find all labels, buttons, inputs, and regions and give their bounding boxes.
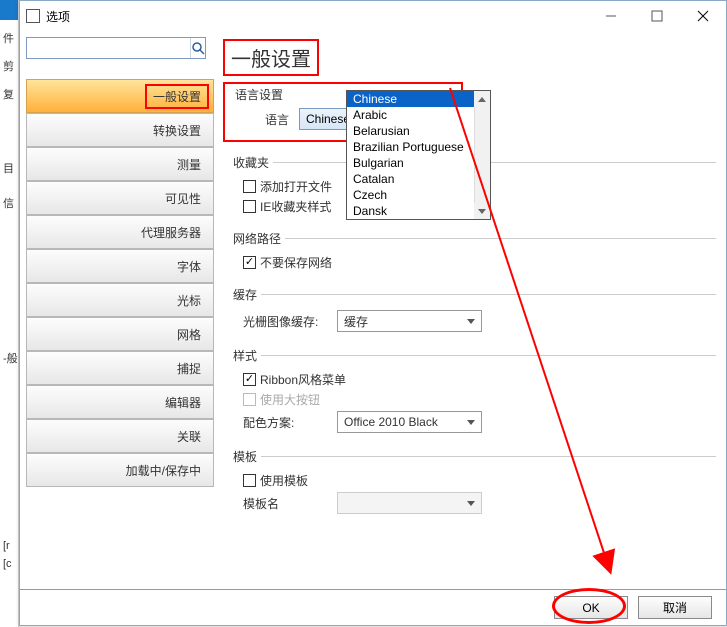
sidebar-item-label: 代理服务器 [141,224,201,241]
options-dialog: 选项 一般设置 转换设置 测量 可见性 代理服务器 字体 光标 网格 [19,0,727,626]
cache-label: 光栅图像缓存: [243,313,333,330]
close-button[interactable] [680,1,726,31]
sidebar: 一般设置 转换设置 测量 可见性 代理服务器 字体 光标 网格 捕捉 编辑器 关… [20,31,215,625]
sidebar-item-label: 字体 [177,258,201,275]
use-template-checkbox[interactable] [243,474,256,487]
truncated-host-window: 件 剪 复 目 信 -般 [r [c [0,0,19,627]
language-label: 语言 [233,111,293,128]
ok-button-label: OK [582,601,599,615]
dropdown-option[interactable]: Dansk [347,203,490,219]
add-open-file-checkbox[interactable] [243,180,256,193]
dropdown-option[interactable]: Arabic [347,107,490,123]
sidebar-item-label: 捕捉 [177,360,201,377]
sidebar-item-label: 加载中/保存中 [126,462,201,479]
maximize-button[interactable] [634,1,680,31]
style-group: 样式 Ribbon风格菜单 使用大按钮 配色方案: Office 2010 Bl… [229,347,716,436]
sidebar-item-label: 测量 [177,156,201,173]
host-text: 信 [3,195,19,211]
search-box[interactable] [26,37,206,59]
dropdown-scrollbar[interactable] [474,91,490,219]
sidebar-item-label: 网格 [177,326,201,343]
group-legend: 缓存 [229,286,261,303]
sidebar-item-snap[interactable]: 捕捉 [26,351,214,385]
sidebar-item-visibility[interactable]: 可见性 [26,181,214,215]
cancel-button[interactable]: 取消 [638,596,712,619]
group-legend: 收藏夹 [229,154,273,171]
cache-select-value: 缓存 [344,313,368,330]
dropdown-option[interactable]: Czech [347,187,490,203]
scroll-down-icon[interactable] [474,203,490,219]
sidebar-item-convert[interactable]: 转换设置 [26,113,214,147]
sidebar-item-cursor[interactable]: 光标 [26,283,214,317]
color-scheme-select[interactable]: Office 2010 Black [337,411,482,433]
sidebar-item-general[interactable]: 一般设置 [26,79,214,113]
page-heading: 一般设置 [231,49,311,71]
color-scheme-value: Office 2010 Black [344,415,438,429]
dropdown-option[interactable]: Bulgarian [347,155,490,171]
sidebar-item-label: 转换设置 [153,122,201,139]
no-save-network-checkbox[interactable] [243,256,256,269]
host-text: [c [3,558,19,570]
cache-group: 缓存 光栅图像缓存: 缓存 [229,286,716,335]
checkbox-label: Ribbon风格菜单 [260,371,346,388]
dropdown-option[interactable]: Chinese [347,91,490,107]
window-title: 选项 [46,8,70,25]
checkbox-label: IE收藏夹样式 [260,198,331,215]
sidebar-item-label: 编辑器 [165,394,201,411]
sidebar-nav: 一般设置 转换设置 测量 可见性 代理服务器 字体 光标 网格 捕捉 编辑器 关… [26,79,215,487]
checkbox-label: 使用模板 [260,472,308,489]
language-select-value: Chinese [306,112,350,126]
sidebar-item-label: 一般设置 [145,84,209,109]
sidebar-item-proxy[interactable]: 代理服务器 [26,215,214,249]
host-text: 目 [3,160,19,176]
window-icon [26,9,40,23]
dropdown-option[interactable]: Brazilian Portuguese [347,139,490,155]
group-legend: 模板 [229,448,261,465]
scroll-up-icon[interactable] [474,91,490,107]
sidebar-item-measure[interactable]: 测量 [26,147,214,181]
checkbox-label: 添加打开文件 [260,178,332,195]
color-scheme-label: 配色方案: [243,414,333,431]
network-group: 网络路径 不要保存网络 [229,230,716,274]
search-input[interactable] [27,38,190,58]
sidebar-item-grid[interactable]: 网格 [26,317,214,351]
checkbox-label: 使用大按钮 [260,391,320,408]
search-icon[interactable] [190,38,205,58]
host-text: 剪 [3,58,19,74]
minimize-button[interactable] [588,1,634,31]
group-legend: 语言设置 [233,86,285,103]
sidebar-item-font[interactable]: 字体 [26,249,214,283]
sidebar-item-assoc[interactable]: 关联 [26,419,214,453]
host-text: 复 [3,86,19,102]
host-titlebar-fragment [0,0,19,20]
template-name-select [337,492,482,514]
titlebar[interactable]: 选项 [20,1,726,31]
sidebar-item-label: 光标 [177,292,201,309]
dropdown-option[interactable]: Belarusian [347,123,490,139]
host-text: [r [3,540,19,552]
group-legend: 网络路径 [229,230,285,247]
checkbox-label: 不要保存网络 [260,254,332,271]
ribbon-checkbox[interactable] [243,373,256,386]
group-legend: 样式 [229,347,261,364]
template-name-label: 模板名 [243,495,333,512]
sidebar-item-load-save[interactable]: 加载中/保存中 [26,453,214,487]
dialog-button-bar: OK 取消 [20,589,726,625]
template-group: 模板 使用模板 模板名 [229,448,716,517]
ie-fav-style-checkbox[interactable] [243,200,256,213]
language-dropdown[interactable]: Chinese Arabic Belarusian Brazilian Port… [346,90,491,220]
sidebar-item-label: 可见性 [165,190,201,207]
sidebar-item-label: 关联 [177,428,201,445]
host-text: 件 [3,30,19,46]
cache-select[interactable]: 缓存 [337,310,482,332]
cancel-button-label: 取消 [663,599,687,616]
big-buttons-checkbox [243,393,256,406]
host-text: -般 [3,350,19,366]
dropdown-option[interactable]: Catalan [347,171,490,187]
ok-button[interactable]: OK [554,596,628,619]
heading-highlight: 一般设置 [223,39,319,76]
sidebar-item-editor[interactable]: 编辑器 [26,385,214,419]
